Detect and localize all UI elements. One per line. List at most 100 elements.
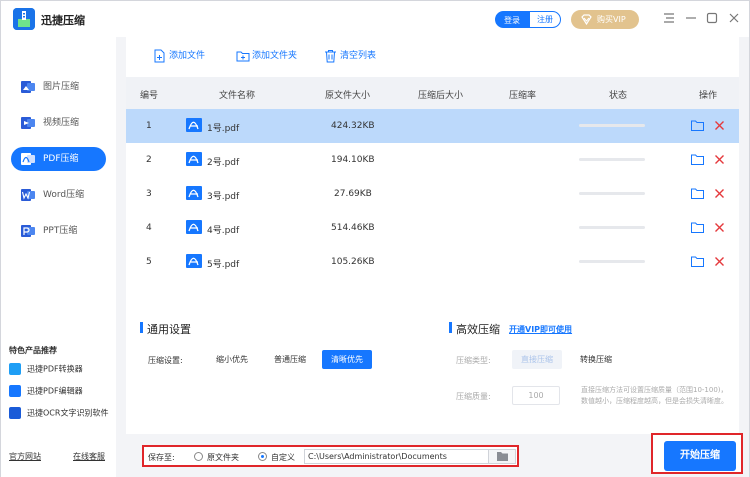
pdf-icon (21, 153, 35, 165)
table-row[interactable]: 3 3号.pdf 27.69KB (126, 177, 739, 211)
sidebar: 图片压缩 视频压缩 PDF压缩 Word压缩 PPT压缩 特色产品推荐 迅捷PD… (1, 37, 116, 477)
row-index: 5 (146, 257, 152, 267)
browse-folder-button[interactable] (489, 449, 516, 464)
type-direct[interactable]: 直接压缩 (512, 350, 562, 369)
general-settings-title: 通用设置 (140, 321, 191, 337)
status-progress-bar (579, 158, 645, 161)
option-smaller-first[interactable]: 缩小优先 (208, 350, 256, 369)
open-folder-icon[interactable] (691, 256, 704, 267)
add-folder-button[interactable]: 添加文件夹 (236, 49, 297, 63)
ppt-icon (21, 225, 35, 237)
pdf-converter-icon (9, 363, 21, 375)
start-compress-button[interactable]: 开始压缩 (664, 441, 736, 471)
official-website-link[interactable]: 官方网站 (9, 451, 41, 462)
register-button[interactable]: 注册 (529, 11, 561, 28)
clear-list-label: 清空列表 (340, 51, 377, 61)
sidebar-item-image[interactable]: 图片压缩 (11, 75, 106, 99)
table-row[interactable]: 5 5号.pdf 105.26KB (126, 245, 739, 279)
file-list-panel: 添加文件 添加文件夹 清空列表 编号 文件名称 原文件大小 压缩后大小 压缩率 … (126, 37, 739, 307)
option-clarity-first[interactable]: 清晰优先 (322, 350, 372, 369)
close-icon[interactable] (727, 11, 741, 25)
col-index: 编号 (140, 91, 159, 101)
sidebar-item-ppt[interactable]: PPT压缩 (11, 219, 106, 243)
row-filename: 1号.pdf (207, 124, 240, 134)
login-button[interactable]: 登录 (495, 11, 529, 28)
folder-icon (497, 452, 508, 461)
product-pdf-converter[interactable]: 迅捷PDF转换器 (9, 363, 83, 375)
option-normal[interactable]: 普通压缩 (264, 350, 316, 369)
open-folder-icon[interactable] (691, 120, 704, 131)
sidebar-item-label: 视频压缩 (43, 118, 80, 128)
product-ocr[interactable]: 迅捷OCR文字识别软件 (9, 407, 108, 419)
video-icon (21, 117, 35, 129)
status-progress-bar (579, 192, 645, 195)
radio-custom-folder[interactable] (258, 452, 267, 461)
row-filename: 3号.pdf (207, 192, 240, 202)
product-label: 迅捷PDF编辑器 (27, 386, 83, 396)
sidebar-item-label: PPT压缩 (43, 226, 78, 236)
product-pdf-editor[interactable]: 迅捷PDF编辑器 (9, 385, 83, 397)
app-window: 迅捷压缩 登录 注册 购买VIP 图片压缩 视频压缩 PDF压缩 Word压缩 … (0, 0, 750, 477)
type-convert[interactable]: 转换压缩 (572, 350, 620, 369)
add-folder-icon (236, 51, 250, 62)
table-row[interactable]: 4 4号.pdf 514.46KB (126, 211, 739, 245)
row-original-size: 424.32KB (331, 121, 375, 131)
pdf-file-icon (186, 220, 202, 234)
col-compressed-size: 压缩后大小 (418, 91, 464, 101)
quality-label: 压缩质量: (456, 392, 491, 401)
row-original-size: 194.10KB (331, 155, 375, 165)
sidebar-item-word[interactable]: Word压缩 (11, 183, 106, 207)
radio-original-label: 原文件夹 (207, 453, 239, 462)
sidebar-item-label: 图片压缩 (43, 82, 80, 92)
row-index: 2 (146, 155, 152, 165)
col-ratio: 压缩率 (509, 91, 537, 101)
pdf-file-icon (186, 186, 202, 200)
online-support-link[interactable]: 在线客服 (73, 451, 105, 462)
vip-badge-icon (581, 14, 592, 25)
delete-icon[interactable] (714, 188, 725, 199)
save-label: 保存至: (148, 453, 175, 462)
open-folder-icon[interactable] (691, 188, 704, 199)
col-original-size: 原文件大小 (325, 91, 371, 101)
table-row[interactable]: 1 1号.pdf 424.32KB (126, 109, 739, 143)
trash-icon (325, 50, 336, 63)
product-label: 迅捷OCR文字识别软件 (27, 408, 109, 418)
status-progress-bar (579, 124, 645, 127)
image-icon (21, 81, 35, 93)
add-file-button[interactable]: 添加文件 (153, 49, 205, 63)
add-file-label: 添加文件 (169, 51, 206, 61)
menu-icon[interactable] (662, 11, 676, 25)
open-vip-link[interactable]: 开通VIP即可使用 (509, 324, 572, 335)
sidebar-item-label: Word压缩 (43, 190, 85, 200)
quality-description: 直接压缩方法可设置压缩质量（范围10-100)，数值越小，压缩程度越高，但是会损… (581, 386, 728, 405)
row-filename: 2号.pdf (207, 158, 240, 168)
row-index: 4 (146, 223, 152, 233)
minimize-icon[interactable] (684, 11, 698, 25)
clear-list-button[interactable]: 清空列表 (324, 49, 376, 63)
settings-panel: 通用设置 压缩设置: 缩小优先 普通压缩 清晰优先 高效压缩 开通VIP即可使用… (126, 307, 739, 434)
buy-vip-label: 购买VIP (597, 15, 626, 24)
delete-icon[interactable] (714, 120, 725, 131)
buy-vip-button[interactable]: 购买VIP (571, 10, 639, 29)
maximize-icon[interactable] (705, 11, 719, 25)
sidebar-item-label: PDF压缩 (43, 154, 79, 164)
quality-input[interactable]: 100 (512, 386, 560, 405)
col-status: 状态 (609, 91, 628, 101)
save-path-input[interactable]: C:\Users\Administrator\Documents (304, 449, 489, 464)
ocr-icon (9, 407, 21, 419)
save-location-bar: 保存至: 原文件夹 自定义 C:\Users\Administrator\Doc… (142, 445, 519, 467)
pdf-editor-icon (9, 385, 21, 397)
open-folder-icon[interactable] (691, 222, 704, 233)
sidebar-item-video[interactable]: 视频压缩 (11, 111, 106, 135)
product-label: 迅捷PDF转换器 (27, 364, 83, 374)
sidebar-item-pdf[interactable]: PDF压缩 (11, 147, 106, 171)
word-icon (21, 189, 35, 201)
delete-icon[interactable] (714, 154, 725, 165)
open-folder-icon[interactable] (691, 154, 704, 165)
delete-icon[interactable] (714, 256, 725, 267)
row-index: 3 (146, 189, 152, 199)
delete-icon[interactable] (714, 222, 725, 233)
radio-original-folder[interactable] (194, 452, 203, 461)
title-bar: 迅捷压缩 登录 注册 购买VIP (1, 1, 749, 37)
table-row[interactable]: 2 2号.pdf 194.10KB (126, 143, 739, 177)
